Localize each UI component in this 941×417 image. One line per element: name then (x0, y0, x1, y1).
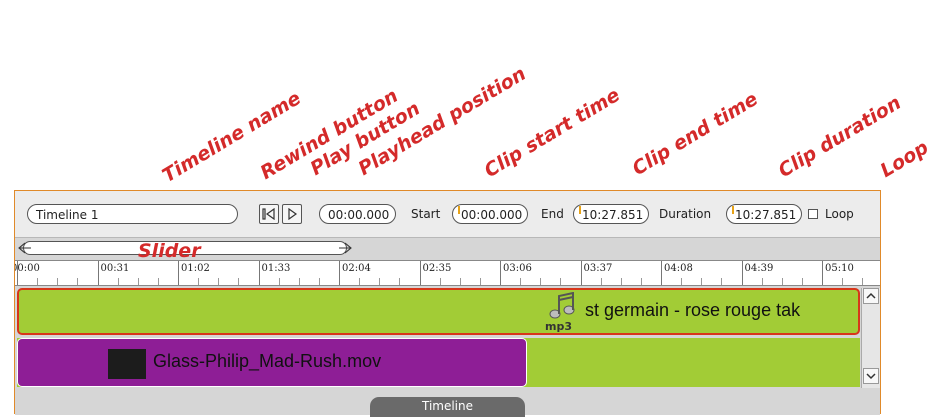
play-button[interactable] (282, 204, 302, 224)
audio-clip-track[interactable]: mp3 st germain - rose rouge tak (17, 288, 860, 335)
ruler-tick-label: 02:04 (342, 263, 371, 274)
ruler-minor-tick (37, 278, 39, 285)
timeline-window: Timeline 1 00:00.000 Start 00:00.000 End… (14, 190, 881, 417)
ruler-major-tick (741, 261, 743, 285)
loop-label: Loop (825, 207, 854, 221)
ruler-tick-label: 03:37 (583, 263, 613, 274)
ruler-minor-tick (459, 278, 461, 285)
clip-end-value: 10:27.851 (582, 208, 644, 222)
ruler-minor-tick (359, 278, 361, 285)
playhead-position-field[interactable]: 00:00.000 (319, 204, 396, 224)
ruler-minor-tick (600, 278, 602, 285)
ruler-minor-tick (781, 278, 783, 285)
ruler-minor-tick (298, 278, 300, 285)
tab-timeline[interactable]: Timeline (370, 397, 525, 417)
loop-checkbox[interactable] (808, 209, 818, 219)
scroll-down-button[interactable] (863, 368, 879, 384)
ruler-minor-tick (198, 278, 200, 285)
ruler-minor-tick (681, 278, 683, 285)
duration-marker-icon (732, 206, 734, 214)
ruler-major-tick (419, 261, 421, 285)
start-label: Start (411, 207, 441, 221)
slider-left-handle-icon[interactable] (18, 242, 32, 254)
ruler-minor-tick (318, 278, 320, 285)
clip-start-value: 00:00.000 (461, 208, 523, 222)
clip-duration-value: 10:27.851 (735, 208, 797, 222)
ruler-minor-tick (842, 278, 844, 285)
ruler-minor-tick (801, 278, 803, 285)
play-icon (288, 208, 298, 220)
ruler-minor-tick (540, 278, 542, 285)
ruler-major-tick (97, 261, 99, 285)
ruler-tick-label: 05:10 (825, 263, 854, 274)
ruler-tick-label: 01:02 (181, 263, 210, 274)
video-thumbnail (108, 349, 146, 379)
ruler-tick-label: 04:39 (744, 263, 774, 274)
bottom-bar: Timeline (15, 388, 880, 417)
ruler-minor-tick (701, 278, 703, 285)
clip-start-time-field[interactable]: 00:00.000 (452, 204, 528, 224)
ruler-tick-label: 00:00 (15, 263, 40, 274)
toolbar: Timeline 1 00:00.000 Start 00:00.000 End… (15, 191, 880, 238)
ruler-tick-label: 04:08 (664, 263, 693, 274)
ruler-major-tick (580, 261, 582, 285)
ruler-minor-tick (77, 278, 79, 285)
ruler-major-tick (661, 261, 662, 285)
ruler-minor-tick (137, 278, 139, 285)
ruler-minor-tick (479, 278, 481, 285)
ruler-major-tick (500, 261, 501, 285)
audio-clip-name: st germain - rose rouge tak (585, 300, 801, 320)
ruler-minor-tick (761, 278, 763, 285)
ruler-major-tick (339, 261, 340, 285)
ruler-minor-tick (379, 278, 381, 285)
video-clip[interactable]: Glass-Philip_Mad-Rush.mov (17, 338, 527, 387)
end-label: End (541, 207, 564, 221)
ruler-minor-tick (640, 278, 642, 285)
video-track[interactable]: Glass-Philip_Mad-Rush.mov (17, 338, 860, 387)
ruler-minor-tick (399, 278, 401, 285)
video-clip-name: Glass-Philip_Mad-Rush.mov (153, 351, 382, 371)
annotation-slider: Slider (138, 240, 201, 262)
ruler-tick-label: 01:33 (261, 263, 291, 274)
start-marker-icon (458, 206, 460, 214)
scroll-up-button[interactable] (863, 288, 879, 304)
slider-right-handle-icon[interactable] (338, 242, 352, 254)
vertical-scrollbar[interactable] (861, 288, 880, 388)
annotation-loop: Loop (876, 136, 933, 182)
timeline-name-field[interactable]: Timeline 1 (27, 204, 238, 224)
ruler-minor-tick (560, 278, 562, 285)
ruler-minor-tick (439, 278, 441, 285)
time-ruler[interactable]: 00:00 00:31 01:02 01:33 02:04 02:35 03:06 03:37… (15, 260, 880, 286)
chevron-up-icon (866, 292, 876, 299)
annotation-clip-end-time: Clip end time (628, 87, 762, 180)
clip-duration-field[interactable]: 10:27.851 (726, 204, 802, 224)
ruler-minor-tick (520, 278, 522, 285)
mp3-icon-label: mp3 (545, 320, 572, 332)
ruler-tick-label: 02:35 (422, 263, 452, 274)
ruler-minor-tick (278, 278, 280, 285)
ruler-tick-label: 00:31 (100, 263, 130, 274)
ruler-minor-tick (218, 278, 220, 285)
ruler-minor-tick (157, 278, 159, 285)
ruler-major-tick (822, 261, 823, 285)
ruler-minor-tick (862, 278, 864, 285)
ruler-major-tick (258, 261, 260, 285)
ruler-minor-tick (721, 278, 723, 285)
rewind-button[interactable] (259, 204, 279, 224)
duration-label: Duration (659, 207, 712, 221)
ruler-minor-tick (57, 278, 59, 285)
ruler-minor-tick (117, 278, 119, 285)
rewind-icon (262, 208, 275, 220)
ruler-minor-tick (620, 278, 622, 285)
ruler-major-tick (178, 261, 179, 285)
chevron-down-icon (866, 373, 876, 380)
mp3-icon: mp3 (545, 292, 575, 332)
annotation-clip-start-time: Clip start time (480, 83, 624, 182)
ruler-tick-label: 03:06 (503, 263, 532, 274)
clip-end-time-field[interactable]: 10:27.851 (573, 204, 649, 224)
end-marker-icon (579, 206, 581, 214)
ruler-minor-tick (238, 278, 240, 285)
